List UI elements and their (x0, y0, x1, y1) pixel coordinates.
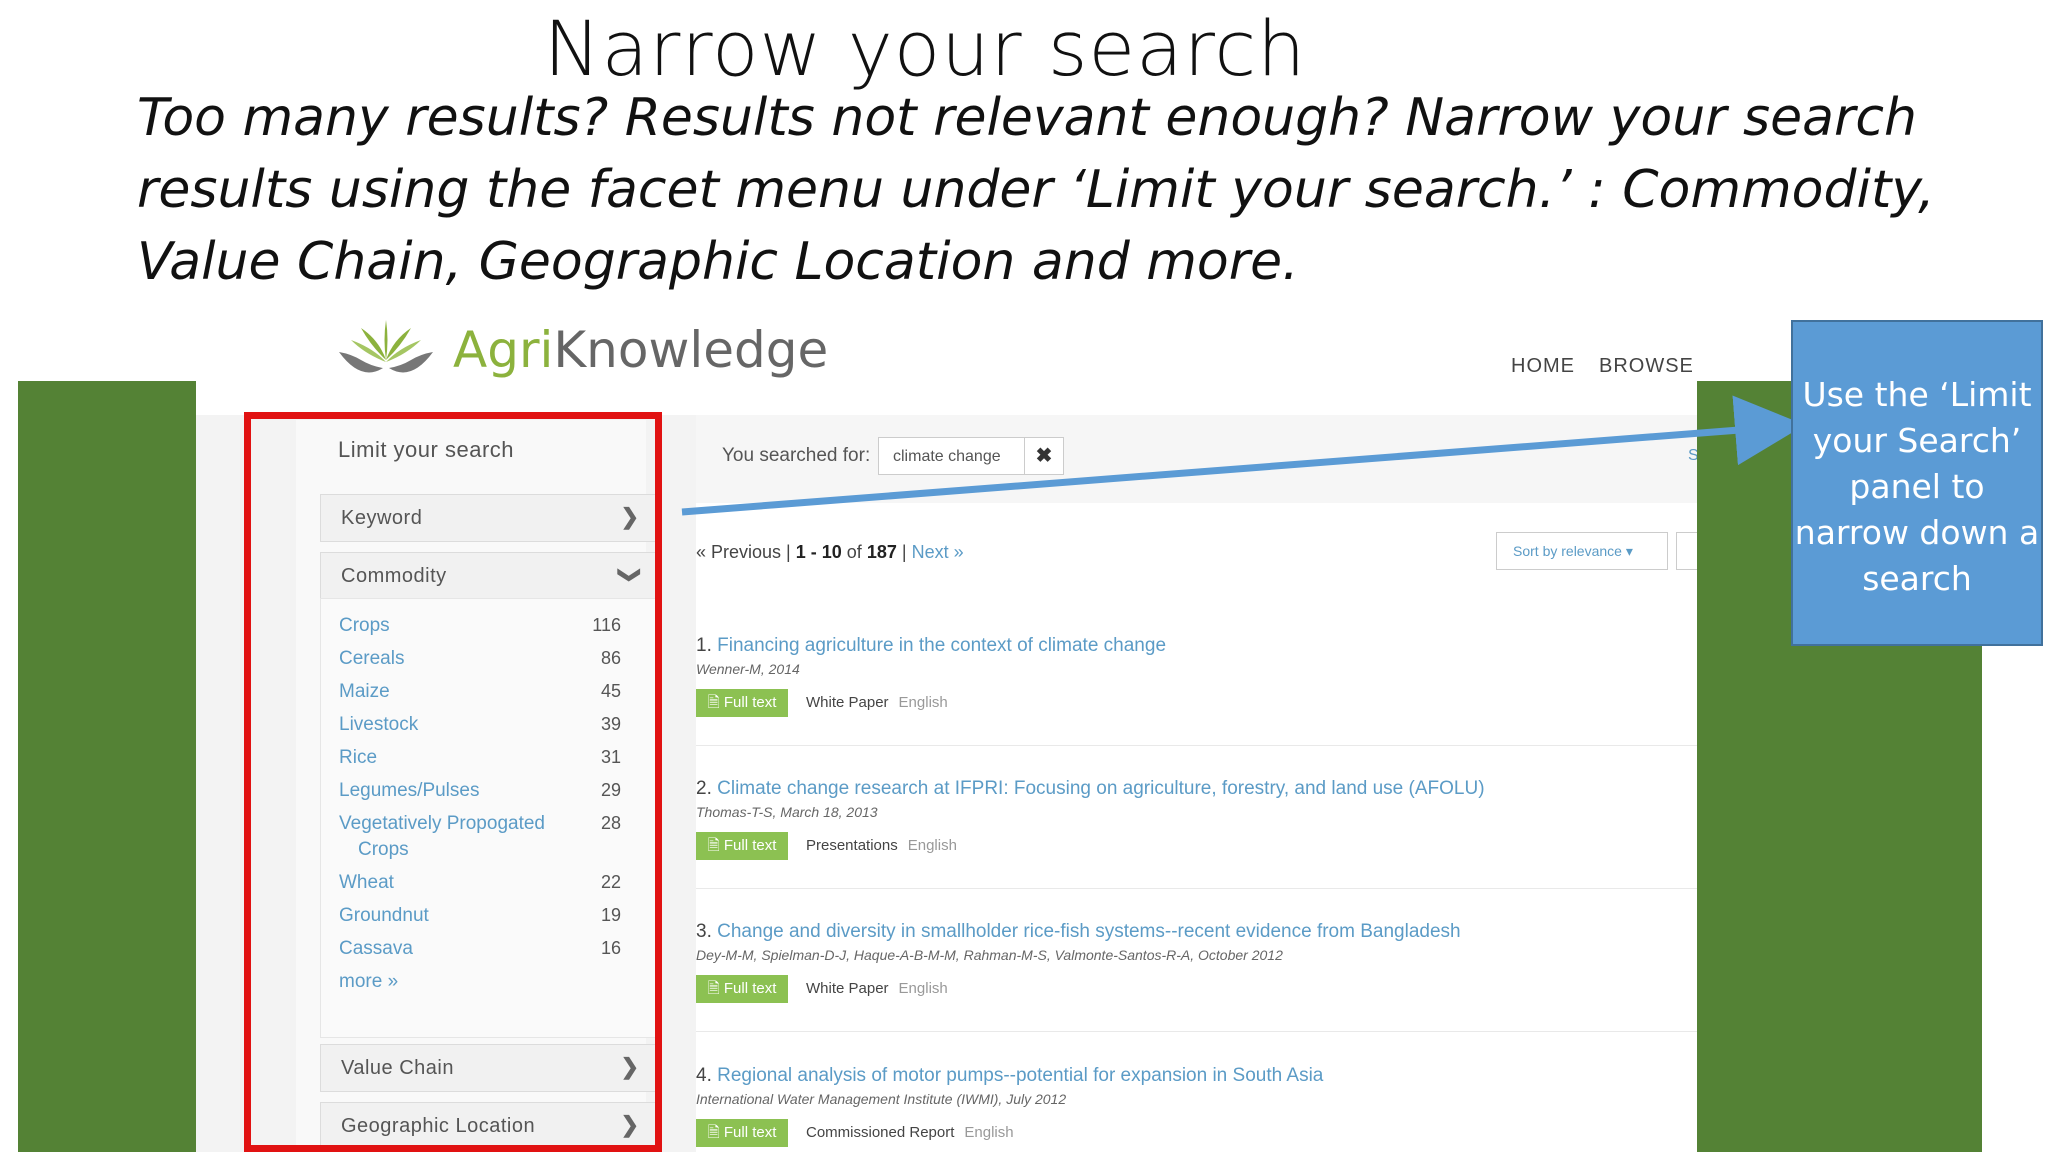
logo-text-agri: Agri (453, 321, 554, 379)
result-total: 187 (866, 542, 897, 562)
full-text-button[interactable]: 🗎 Full text (696, 689, 788, 717)
slide-subtitle: Too many results? Results not relevant e… (137, 88, 1935, 292)
slide-title: Narrow your search (543, 4, 1307, 93)
result-language: English (898, 980, 948, 997)
result-type: Commissioned Report (806, 1124, 955, 1141)
result-type: White Paper (806, 980, 889, 997)
result-title-link[interactable]: Climate change research at IFPRI: Focusi… (717, 778, 1484, 799)
search-bar-edge-text: S (1688, 447, 1697, 464)
document-icon: 🗎 (707, 1124, 720, 1141)
result-authors: International Water Management Institute… (696, 1091, 1067, 1107)
result-type: Presentations (806, 837, 898, 854)
you-searched-label: You searched for: (722, 445, 871, 466)
pager-separator: | (901, 542, 907, 562)
pagination: « Previous | 1 - 10 of 187 | Next » (696, 542, 964, 563)
nav-home-link[interactable]: HOME (1511, 355, 1575, 377)
secondary-dropdown[interactable] (1676, 532, 1697, 570)
result-type: White Paper (806, 694, 889, 711)
pager-of: of (846, 542, 862, 562)
document-icon: 🗎 (707, 694, 720, 711)
callout-box: Use the ‘Limit your Search’ panel to nar… (1791, 320, 2043, 646)
result-number: 1. (696, 635, 712, 656)
remove-query-button[interactable]: ✖ (1024, 438, 1063, 474)
nav-browse-link[interactable]: BROWSE (1599, 355, 1694, 377)
result-divider (696, 745, 1697, 746)
document-icon: 🗎 (707, 837, 720, 854)
result-authors: Wenner-M, 2014 (696, 661, 800, 677)
results-panel: You searched for: climate change ✖ S « P… (696, 415, 1697, 1152)
result-divider (696, 1031, 1697, 1032)
search-query-text: climate change (893, 448, 1001, 465)
previous-link[interactable]: « Previous | (696, 542, 791, 562)
document-icon: 🗎 (707, 980, 720, 997)
result-number: 4. (696, 1065, 712, 1086)
top-nav: HOME BROWSE (1511, 355, 1697, 378)
next-link[interactable]: Next » (912, 542, 964, 562)
green-panel-left (18, 381, 196, 1152)
result-title-link[interactable]: Financing agriculture in the context of … (717, 635, 1166, 656)
sort-dropdown[interactable]: Sort by relevance ▾ (1496, 532, 1668, 570)
search-summary-bar: You searched for: climate change ✖ S (696, 415, 1697, 503)
leaf-hands-icon (339, 320, 433, 373)
result-language: English (898, 694, 948, 711)
result-number: 3. (696, 921, 712, 942)
result-title-link[interactable]: Change and diversity in smallholder rice… (717, 921, 1460, 942)
full-text-button[interactable]: 🗎 Full text (696, 975, 788, 1003)
logo-text: AgriKnowledge (453, 321, 828, 379)
full-text-button[interactable]: 🗎 Full text (696, 1119, 788, 1147)
result-range: 1 - 10 (795, 542, 842, 562)
result-number: 2. (696, 778, 712, 799)
site-logo[interactable]: AgriKnowledge (331, 310, 828, 390)
result-language: English (964, 1124, 1014, 1141)
result-title-link[interactable]: Regional analysis of motor pumps--potent… (717, 1065, 1323, 1086)
full-text-button[interactable]: 🗎 Full text (696, 832, 788, 860)
highlight-box (244, 412, 662, 1152)
logo-text-knowledge: Knowledge (553, 321, 829, 379)
result-authors: Thomas-T-S, March 18, 2013 (696, 804, 878, 820)
result-language: English (907, 837, 957, 854)
result-authors: Dey-M-M, Spielman-D-J, Haque-A-B-M-M, Ra… (696, 947, 1283, 963)
search-query-chip: climate change ✖ (878, 437, 1064, 475)
result-divider (696, 888, 1697, 889)
